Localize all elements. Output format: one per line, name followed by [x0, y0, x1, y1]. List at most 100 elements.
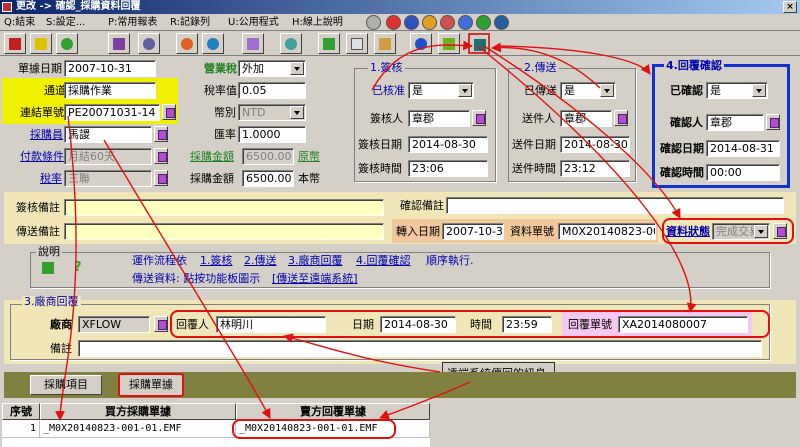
pay-terms-picker-icon[interactable]: [154, 148, 168, 164]
tab-docs[interactable]: 採購單據: [118, 373, 184, 397]
help-icon[interactable]: ?: [74, 260, 82, 275]
sound-button[interactable]: [242, 33, 264, 54]
chevron-down-icon[interactable]: [458, 84, 472, 97]
data-no-field[interactable]: M0X20140823-001: [558, 223, 656, 240]
edit-button[interactable]: [374, 33, 396, 54]
channel-field[interactable]: 採購作業: [64, 82, 156, 99]
tax-value-field[interactable]: 0.05: [238, 82, 306, 99]
row-seq[interactable]: 1: [2, 421, 40, 438]
link-picker-icon[interactable]: [162, 104, 176, 120]
message-button[interactable]: [410, 33, 432, 54]
close-doc-button[interactable]: [4, 33, 26, 54]
menu-reports[interactable]: P:常用報表: [108, 16, 157, 29]
help-send-text: 傳送資料: 點按功能板圖示: [132, 272, 261, 285]
calendar-icon: [351, 38, 363, 50]
calendar-button[interactable]: [346, 33, 368, 54]
pay-terms-label[interactable]: 付款條件: [20, 150, 64, 164]
chevron-down-icon[interactable]: [600, 84, 614, 97]
run-button[interactable]: [30, 33, 52, 54]
dropdown-icon[interactable]: [366, 15, 381, 30]
confirm-time-field[interactable]: 00:00: [706, 164, 780, 181]
link-no-field[interactable]: PE20071031-14: [64, 104, 160, 121]
approve-status-select[interactable]: 是: [408, 82, 474, 99]
menu-utilities[interactable]: U:公用程式: [228, 16, 279, 29]
tax-rate-picker-icon[interactable]: [154, 170, 168, 186]
amount2-field[interactable]: 6500.00: [242, 170, 294, 187]
chevron-down-icon[interactable]: [752, 84, 766, 97]
menu-settings[interactable]: S:設定...: [46, 16, 85, 29]
gear-icon: [113, 38, 125, 50]
speaker-icon: [247, 38, 259, 50]
signer-picker-icon[interactable]: [472, 110, 486, 126]
user-icon[interactable]: [440, 15, 455, 30]
transfer-button[interactable]: [438, 33, 460, 54]
help-step-2[interactable]: 2.傳送: [244, 254, 277, 268]
sender-picker-icon[interactable]: [614, 110, 628, 126]
buyer-field[interactable]: 馬謖: [64, 126, 152, 143]
approve-status-label: 已核准: [372, 84, 405, 97]
deliver-status-select[interactable]: 是: [560, 82, 616, 99]
menu-help[interactable]: H:線上說明: [292, 16, 343, 29]
bulb-icon[interactable]: [422, 15, 437, 30]
help-step-3[interactable]: 3.廠商回覆: [288, 254, 343, 268]
prev-button[interactable]: [176, 33, 198, 54]
menu-records[interactable]: R:記錄列: [170, 16, 210, 29]
doc-date-field[interactable]: 2007-10-31: [64, 60, 156, 77]
network-icon[interactable]: [494, 15, 509, 30]
send-note-label: 傳送備註: [16, 225, 60, 238]
home-icon[interactable]: [42, 262, 54, 274]
amount2-label: 採購金額: [190, 172, 234, 185]
confirm-status-select[interactable]: 是: [706, 82, 768, 99]
send-date-field[interactable]: 2014-08-30: [560, 136, 630, 153]
eye-icon: [207, 38, 219, 50]
sender-field[interactable]: 章郡: [560, 110, 612, 127]
download-button[interactable]: [318, 33, 340, 54]
remote-send-button[interactable]: [468, 33, 490, 54]
info-icon[interactable]: [404, 15, 419, 30]
confirm-note-field[interactable]: [446, 197, 784, 214]
buyer-picker-icon[interactable]: [154, 126, 168, 142]
pay-terms-field: 月結60天: [64, 148, 152, 165]
buyer-label[interactable]: 採購員: [30, 128, 63, 142]
confirm-note-label: 確認備註: [400, 199, 444, 212]
sign-time-field[interactable]: 23:06: [408, 160, 488, 177]
options-button[interactable]: [138, 33, 160, 54]
confirmer-field[interactable]: 章郡: [706, 114, 764, 131]
transfer-date-field[interactable]: 2007-10-31: [442, 223, 504, 240]
chevron-down-icon[interactable]: [290, 106, 304, 119]
amount-field: 6500.00: [242, 148, 294, 165]
tax-rate-label[interactable]: 稅率: [40, 172, 62, 186]
currency-select[interactable]: NTD: [238, 104, 306, 121]
chevron-down-icon[interactable]: [290, 62, 304, 75]
search-button[interactable]: [280, 33, 302, 54]
sign-note-field[interactable]: [64, 199, 384, 216]
confirmer-picker-icon[interactable]: [766, 114, 780, 130]
stop-icon[interactable]: [386, 15, 401, 30]
confirm-time-label: 確認時間: [660, 166, 704, 179]
send-note-field[interactable]: [64, 223, 384, 240]
help-send-link[interactable]: [傳送至遠端系統]: [272, 272, 358, 286]
deliver-status-label: 已傳送: [524, 84, 557, 97]
close-button[interactable]: ×: [783, 1, 797, 13]
tab-items[interactable]: 採購項目: [30, 375, 102, 395]
exch-field[interactable]: 1.0000: [238, 126, 306, 143]
user-blue-icon[interactable]: [458, 15, 473, 30]
amount-label[interactable]: 採購金額: [190, 150, 234, 164]
return-button[interactable]: [56, 33, 78, 54]
confirm-date-field[interactable]: 2014-08-31: [706, 140, 780, 157]
sign-date-field[interactable]: 2014-08-30: [408, 136, 488, 153]
signer-field[interactable]: 章郡: [408, 110, 470, 127]
help-step-1[interactable]: 1.簽核: [200, 254, 233, 268]
vendor-note-field[interactable]: [78, 340, 762, 357]
row-buyer-doc[interactable]: _M0X20140823-001-01.EMF: [40, 421, 236, 438]
tax-type-select[interactable]: 外加: [238, 60, 306, 77]
view-button[interactable]: [202, 33, 224, 54]
help-flow-suffix: 順序執行.: [426, 254, 474, 267]
settings-button[interactable]: [108, 33, 130, 54]
send-time-field[interactable]: 23:12: [560, 160, 630, 177]
vendor-note-label: 備註: [50, 342, 72, 355]
help-step-4[interactable]: 4.回覆確認: [356, 254, 411, 268]
menu-exit[interactable]: Q:結束: [4, 16, 35, 29]
globe-icon[interactable]: [476, 15, 491, 30]
vendor-picker-icon[interactable]: [154, 316, 168, 332]
